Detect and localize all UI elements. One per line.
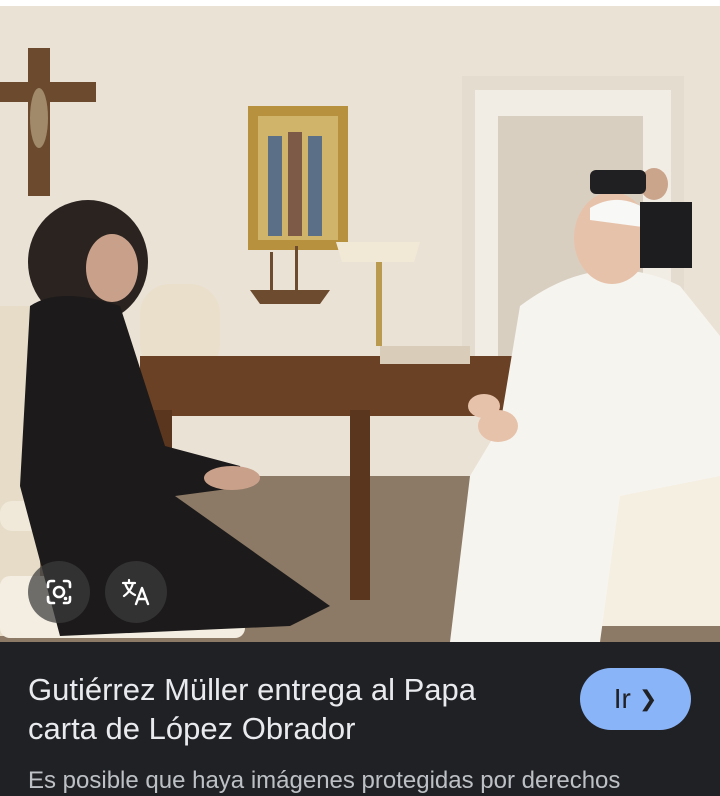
desk-lamp — [336, 242, 420, 262]
photo-illustration — [0, 6, 720, 642]
copyright-notice: Es posible que haya imágenes protegidas … — [28, 767, 621, 794]
result-title[interactable]: Gutiérrez Müller entrega al Papa carta d… — [28, 670, 548, 748]
lens-search-button[interactable] — [28, 561, 90, 623]
camera-lens-icon — [46, 579, 72, 605]
camera — [590, 170, 646, 194]
go-button-label: Ir — [613, 683, 631, 714]
result-image[interactable] — [0, 6, 720, 642]
result-caption: Gutiérrez Müller entrega al Papa carta d… — [0, 642, 720, 794]
go-button[interactable]: Ir ❯ — [580, 668, 691, 730]
ship-model — [250, 290, 330, 304]
translate-icon — [121, 578, 150, 606]
translate-button[interactable] — [105, 561, 167, 623]
chevron-right-icon: ❯ — [638, 686, 658, 711]
